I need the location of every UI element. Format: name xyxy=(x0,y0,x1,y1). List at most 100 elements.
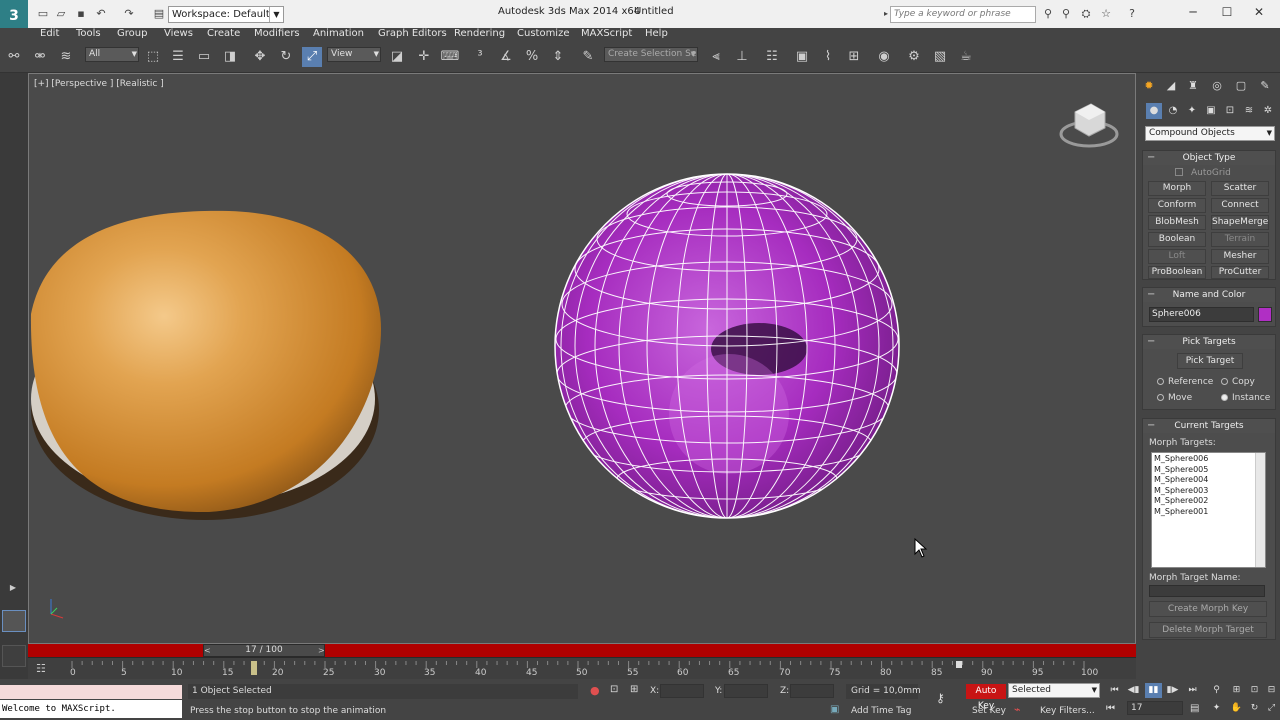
systems-icon[interactable]: ✲ xyxy=(1260,103,1276,119)
shapes-icon[interactable]: ◔ xyxy=(1165,103,1181,119)
menu-create[interactable]: Create xyxy=(207,28,240,40)
previous-frame-icon[interactable]: ◀▮ xyxy=(1125,683,1142,698)
hierarchy-tab-icon[interactable]: ♜ xyxy=(1184,77,1202,95)
project-folder-icon[interactable]: ▤ xyxy=(150,6,168,22)
lights-icon[interactable]: ✦ xyxy=(1184,103,1200,119)
pan-icon[interactable]: ✋ xyxy=(1228,701,1245,716)
undo-icon[interactable]: ↶ xyxy=(92,6,110,22)
selection-filter-dropdown[interactable]: All ▼ xyxy=(85,47,139,62)
align-icon[interactable]: ⊥ xyxy=(732,47,752,67)
select-by-name-icon[interactable]: ☰ xyxy=(168,47,188,67)
field-of-view-icon[interactable]: ✦ xyxy=(1208,701,1225,716)
motion-tab-icon[interactable]: ◎ xyxy=(1208,77,1226,95)
list-item[interactable]: M_Sphere004 xyxy=(1154,475,1265,486)
mini-curve-editor-icon[interactable]: ☷ xyxy=(36,662,46,675)
current-targets-header[interactable]: − Current Targets xyxy=(1143,419,1275,433)
go-to-start-icon[interactable]: ⏮ xyxy=(1106,683,1123,698)
time-configuration-icon[interactable]: ▤ xyxy=(1190,703,1199,714)
object-type-header[interactable]: − Object Type xyxy=(1143,151,1275,165)
absolute-mode-icon[interactable]: ⊞ xyxy=(630,684,638,695)
morph-targets-list[interactable]: M_Sphere006 M_Sphere005 M_Sphere004 M_Sp… xyxy=(1151,452,1266,568)
redo-icon[interactable]: ↷ xyxy=(120,6,138,22)
isolate-icon[interactable]: ● xyxy=(590,684,600,697)
mirror-icon[interactable]: ⫷ xyxy=(706,47,726,67)
new-file-icon[interactable]: ▭ xyxy=(34,6,52,22)
shapemerge-button[interactable]: ShapeMerge xyxy=(1211,215,1269,230)
bind-space-warp-icon[interactable]: ≋ xyxy=(56,47,76,67)
scatter-button[interactable]: Scatter xyxy=(1211,181,1269,196)
helpers-icon[interactable]: ⊡ xyxy=(1222,103,1238,119)
menu-tools[interactable]: Tools xyxy=(76,28,101,40)
current-frame-field[interactable]: 17 xyxy=(1127,701,1183,715)
workspace-dropdown[interactable]: Workspace: Default ▼ xyxy=(168,6,284,23)
menu-group[interactable]: Group xyxy=(117,28,147,40)
delete-morph-target-button[interactable]: Delete Morph Target xyxy=(1149,622,1267,638)
name-color-header[interactable]: − Name and Color xyxy=(1143,288,1275,302)
list-item[interactable]: M_Sphere006 xyxy=(1154,454,1265,465)
set-key-curve-icon[interactable]: ⌁ xyxy=(1014,703,1021,716)
trackbar[interactable]: 0 5 10 15 20 25 30 35 40 45 50 55 60 65 … xyxy=(28,657,1136,679)
select-object-icon[interactable]: ⬚ xyxy=(143,47,163,67)
utilities-tab-icon[interactable]: ✎ xyxy=(1256,77,1274,95)
proboolean-button[interactable]: ProBoolean xyxy=(1148,266,1206,279)
move-radio[interactable]: Move xyxy=(1157,393,1192,403)
display-tab-icon[interactable]: ▢ xyxy=(1232,77,1250,95)
next-frame-icon[interactable]: > xyxy=(318,644,325,657)
unlink-icon[interactable]: ⚮ xyxy=(30,47,50,67)
instance-radio[interactable]: Instance xyxy=(1221,393,1270,403)
orbit-icon[interactable]: ↻ xyxy=(1246,701,1263,716)
lock-selection-icon[interactable]: ⊡ xyxy=(610,684,618,695)
window-crossing-icon[interactable]: ◨ xyxy=(220,47,240,67)
perspective-viewport[interactable]: [+] [Perspective ] [Realistic ] xyxy=(28,73,1136,644)
curve-editor-icon[interactable]: ⌇ xyxy=(818,47,838,67)
play-icon[interactable]: ▶ xyxy=(6,581,20,595)
purple-sphere-object[interactable] xyxy=(554,173,900,519)
key-icon[interactable]: ⚷ xyxy=(936,691,945,705)
viewport-layout-button[interactable] xyxy=(2,610,26,632)
menu-edit[interactable]: Edit xyxy=(40,28,59,40)
object-color-swatch[interactable] xyxy=(1258,307,1272,322)
communication-icon[interactable]: ⛭ xyxy=(1078,6,1094,22)
zoom-extents-all-icon[interactable]: ⊟ xyxy=(1263,683,1280,698)
zoom-icon[interactable]: ⚲ xyxy=(1208,683,1225,698)
percent-snap-icon[interactable]: % xyxy=(522,47,542,67)
loft-button[interactable]: Loft xyxy=(1148,249,1206,264)
binoculars-icon[interactable]: ⚲ xyxy=(1040,6,1056,22)
maxscript-listener-top[interactable] xyxy=(0,685,182,699)
space-warps-icon[interactable]: ≋ xyxy=(1241,103,1257,119)
close-icon[interactable]: ✕ xyxy=(1236,0,1280,24)
cameras-icon[interactable]: ▣ xyxy=(1203,103,1219,119)
edit-named-selection-icon[interactable]: ✎ xyxy=(578,47,598,67)
create-morph-key-button[interactable]: Create Morph Key xyxy=(1149,601,1267,617)
move-icon[interactable]: ✥ xyxy=(250,47,270,67)
zoom-extents-icon[interactable]: ⊡ xyxy=(1246,683,1263,698)
favorites-icon[interactable]: ☆ xyxy=(1098,6,1114,22)
menu-rendering[interactable]: Rendering xyxy=(454,28,505,40)
terrain-button[interactable]: Terrain xyxy=(1211,232,1269,247)
link-icon[interactable]: ⚯ xyxy=(4,47,24,67)
mesher-button[interactable]: Mesher xyxy=(1211,249,1269,264)
create-tab-icon[interactable]: ✹ xyxy=(1140,77,1158,95)
angle-snap-icon[interactable]: ∡ xyxy=(496,47,516,67)
add-time-tag[interactable]: Add Time Tag xyxy=(851,706,911,716)
pick-targets-header[interactable]: − Pick Targets xyxy=(1143,335,1275,349)
boolean-button[interactable]: Boolean xyxy=(1148,232,1206,247)
geometry-icon[interactable]: ● xyxy=(1146,103,1162,119)
set-key-button[interactable]: Set Key xyxy=(972,706,1006,716)
named-selection-dropdown[interactable]: Create Selection Se ▼ xyxy=(604,47,698,62)
key-mode-dropdown[interactable]: Selected ▼ xyxy=(1008,683,1100,698)
scale-icon[interactable]: ⤢ xyxy=(302,47,322,67)
menu-animation[interactable]: Animation xyxy=(313,28,364,40)
autogrid-checkbox[interactable]: AutoGrid xyxy=(1175,168,1231,178)
menu-modifiers[interactable]: Modifiers xyxy=(254,28,300,40)
open-file-icon[interactable]: ▱ xyxy=(52,6,70,22)
maximize-viewport-icon[interactable]: ⤢ xyxy=(1263,701,1280,716)
menu-views[interactable]: Views xyxy=(164,28,193,40)
menu-help[interactable]: Help xyxy=(645,28,668,40)
blobmesh-button[interactable]: BlobMesh xyxy=(1148,215,1206,230)
render-production-icon[interactable]: ☕ xyxy=(956,47,976,67)
key-filters-button[interactable]: Key Filters... xyxy=(1040,706,1095,716)
zoom-all-icon[interactable]: ⊞ xyxy=(1228,683,1245,698)
procutter-button[interactable]: ProCutter xyxy=(1211,266,1269,279)
pivot-center-icon[interactable]: ◪ xyxy=(387,47,407,67)
